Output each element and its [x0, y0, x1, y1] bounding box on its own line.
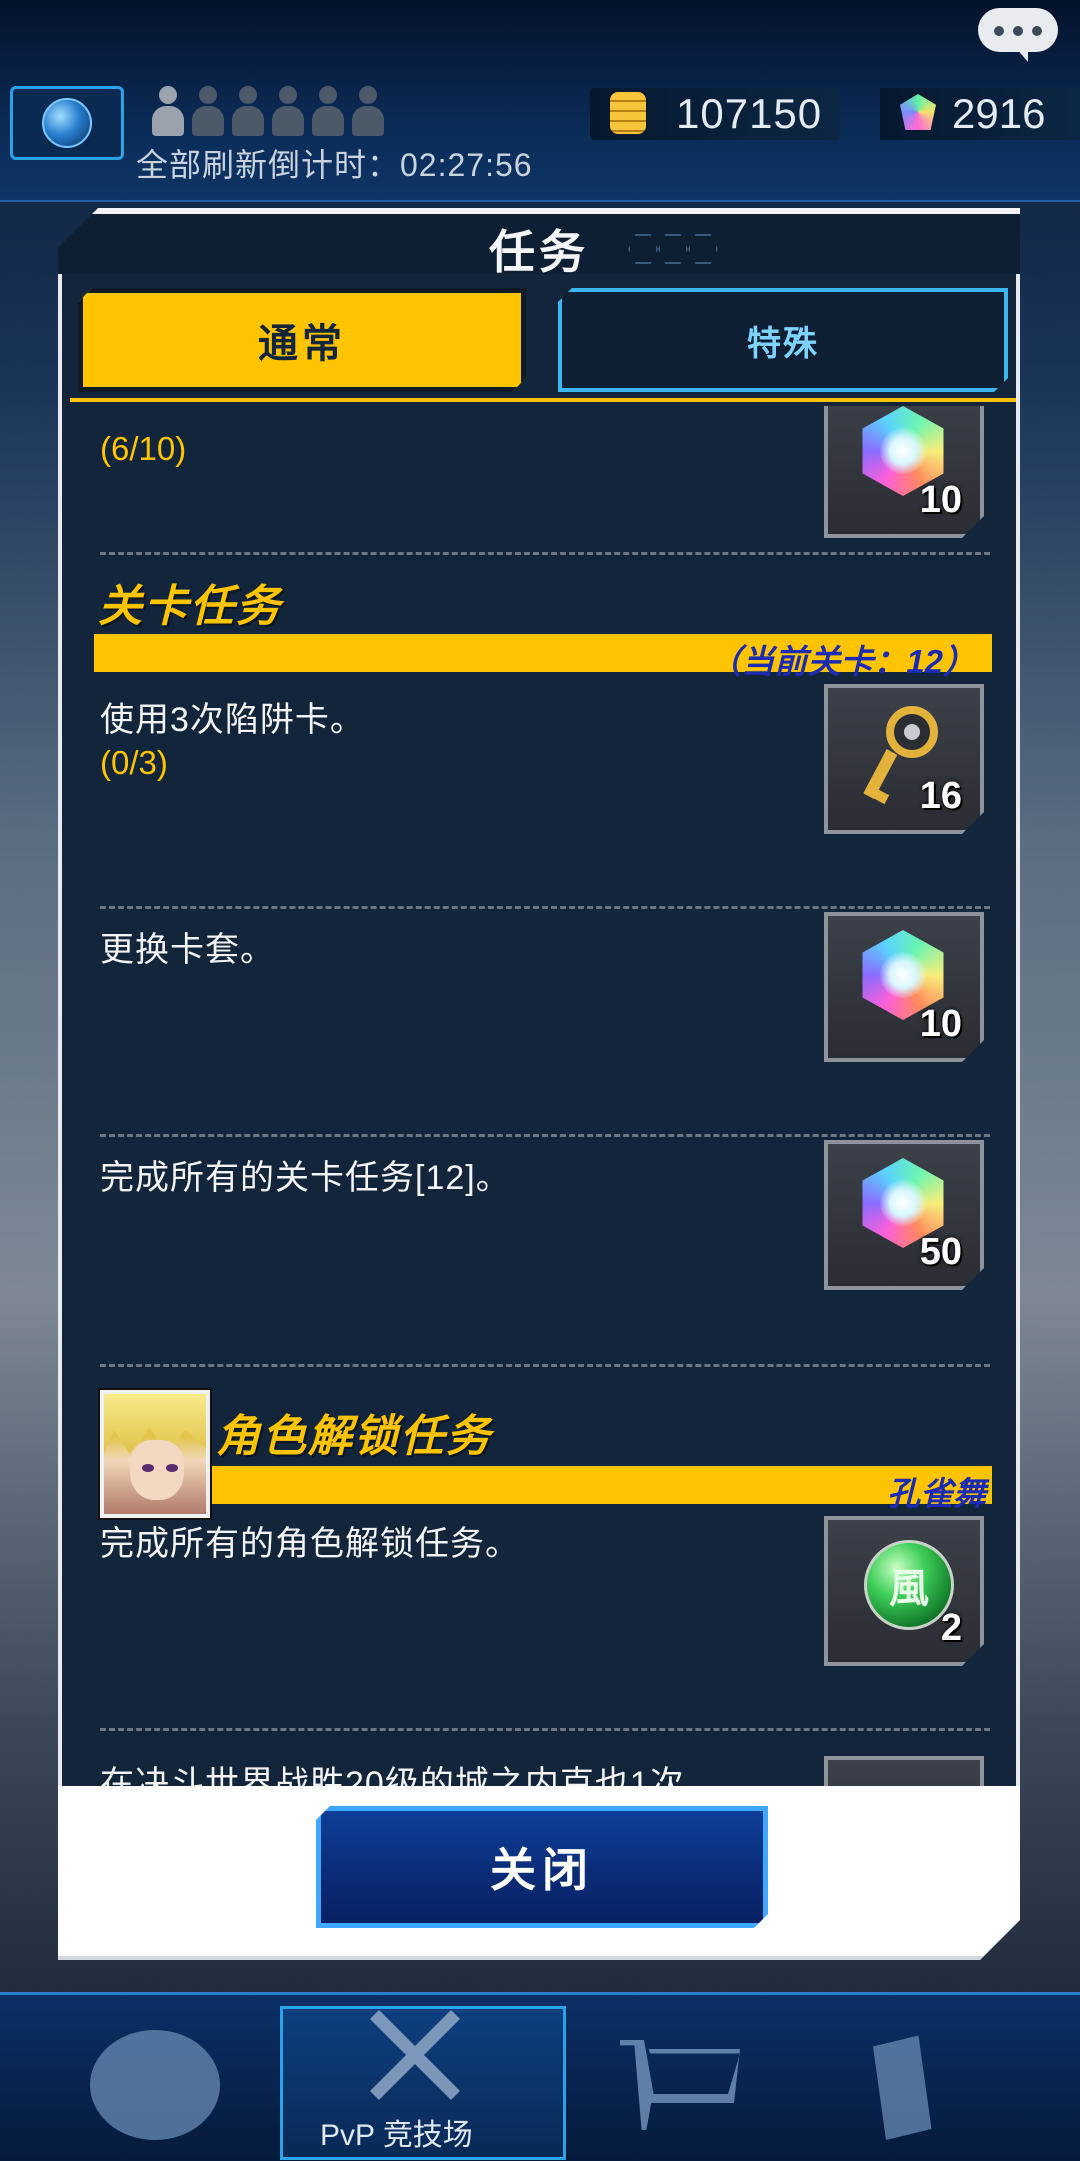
divider — [100, 552, 990, 555]
tab-normal-label: 通常 — [258, 322, 346, 366]
task-title: 完成所有的角色解锁任务。 — [100, 1525, 520, 1563]
person-icon — [230, 86, 266, 138]
task-title: 在决斗世界战胜20级的城之内克也1次。 — [100, 1765, 720, 1786]
section-title-stage: 关卡任务 — [98, 582, 282, 631]
character-name: 孔雀舞 — [887, 1475, 986, 1512]
list-item: 更换卡套。 10 — [66, 910, 1020, 1136]
dialog-title: 任务 — [489, 226, 589, 278]
dialog-body: 通常 特殊 (6/10) 10 关卡任务 （当前关卡：12） 使用3次陷阱卡。 … — [58, 274, 1020, 1786]
divider — [100, 1134, 990, 1137]
reward-box[interactable]: 50 — [824, 1140, 984, 1290]
divider — [100, 906, 990, 909]
reward-box[interactable]: 風 2 — [824, 1516, 984, 1666]
tab-normal[interactable]: 通常 — [78, 288, 526, 392]
character-portrait — [98, 1388, 212, 1520]
world-button[interactable] — [10, 86, 124, 160]
divider — [100, 1364, 990, 1367]
refresh-countdown: 全部刷新倒计时：02:27:56 — [136, 147, 533, 183]
gold-coin-icon — [610, 92, 646, 134]
task-progress: (6/10) — [100, 430, 187, 467]
task-title: 更换卡套。 — [100, 931, 275, 969]
reward-quantity: 10 — [919, 1003, 962, 1045]
pvp-arena-label: PvP 竞技场 — [320, 2119, 473, 2152]
section-title-character: 角色解锁任务 — [216, 1412, 492, 1461]
tabs-underline — [70, 398, 1016, 402]
coin-value: 107150 — [676, 90, 823, 137]
reward-box[interactable]: 10 — [824, 912, 984, 1062]
close-button-label: 关闭 — [490, 1844, 594, 1896]
reward-quantity: 2 — [940, 1607, 962, 1649]
task-progress: (0/3) — [100, 744, 168, 781]
reward-box[interactable]: 10 — [824, 406, 984, 538]
reward-box[interactable] — [824, 1756, 984, 1786]
section-bar — [190, 1466, 992, 1504]
list-item: 完成所有的关卡任务[12]。 50 — [66, 1138, 1020, 1364]
duelist-gear-icon[interactable] — [90, 2030, 220, 2140]
list-item: 完成所有的角色解锁任务。 風 2 — [66, 1512, 1020, 1738]
chat-icon[interactable] — [978, 8, 1058, 62]
person-icon — [310, 86, 346, 138]
person-icon — [350, 86, 386, 138]
reward-quantity: 10 — [919, 479, 962, 521]
person-icon — [190, 86, 226, 138]
missions-dialog: 任务 通常 特殊 (6/10) 10 关卡任务 （当前关卡：12） 使用3次陷阱… — [58, 208, 1020, 1956]
current-stage-label: （当前关卡：12） — [708, 643, 976, 680]
tab-special[interactable]: 特殊 — [558, 288, 1008, 392]
task-title: 完成所有的关卡任务[12]。 — [100, 1159, 511, 1197]
person-icon — [150, 86, 186, 138]
list-item: 在决斗世界战胜20级的城之内克也1次。 — [66, 1732, 1020, 1786]
reward-box[interactable]: 16 — [824, 684, 984, 834]
person-icon — [270, 86, 306, 138]
globe-icon — [42, 98, 92, 148]
tab-special-label: 特殊 — [747, 324, 819, 363]
mission-list[interactable]: (6/10) 10 关卡任务 （当前关卡：12） 使用3次陷阱卡。 (0/3) … — [66, 406, 1020, 1786]
reward-quantity: 16 — [919, 775, 962, 817]
list-item: 使用3次陷阱卡。 (0/3) 16 — [66, 678, 1020, 904]
reward-quantity: 50 — [919, 1231, 962, 1273]
friend-slots[interactable] — [150, 86, 386, 138]
task-title: 使用3次陷阱卡。 — [100, 701, 365, 739]
hex-decoration — [628, 230, 738, 270]
close-button[interactable]: 关闭 — [316, 1806, 768, 1928]
divider — [100, 1728, 990, 1731]
list-item: (6/10) 10 — [66, 406, 1020, 526]
gem-value: 2916 — [952, 90, 1046, 137]
